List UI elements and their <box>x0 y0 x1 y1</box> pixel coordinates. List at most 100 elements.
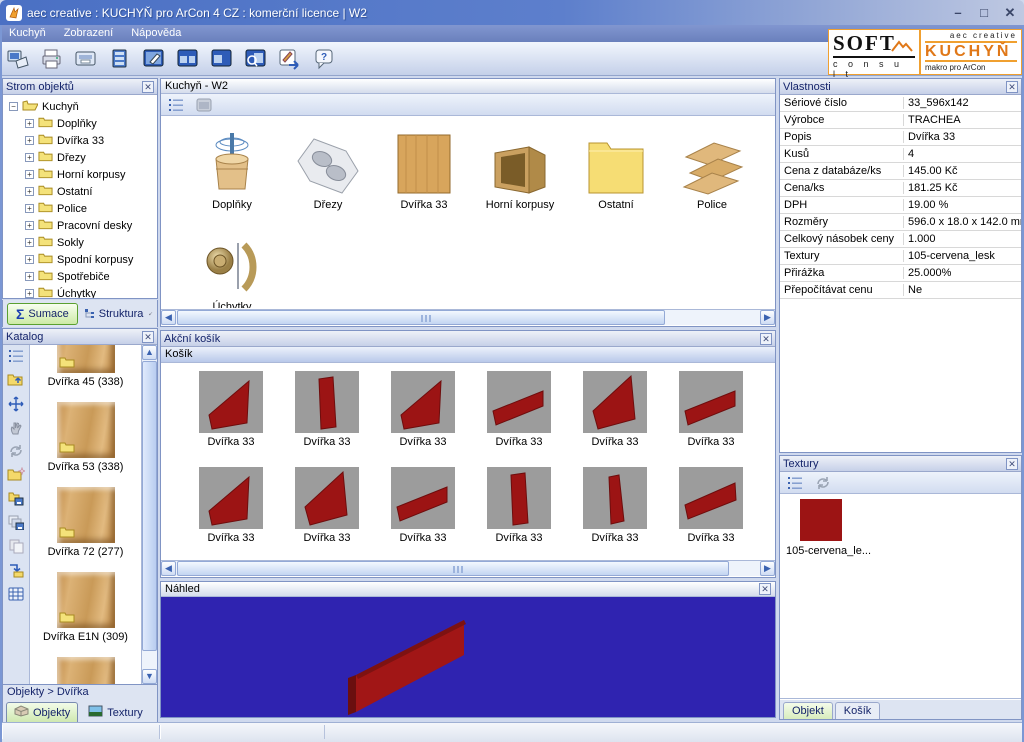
list-view-icon[interactable] <box>784 474 806 492</box>
category-item[interactable]: Dvířka 33 <box>378 133 470 211</box>
close-icon[interactable]: ✕ <box>759 583 771 595</box>
category-item[interactable]: Dřezy <box>282 133 374 211</box>
horizontal-scrollbar[interactable]: ◀ ▶ <box>161 309 775 325</box>
property-value[interactable]: 1.000 <box>904 233 1021 245</box>
tab-košík[interactable]: Košík <box>835 702 881 719</box>
struktura-button[interactable]: Struktura <box>84 308 144 320</box>
tree-item-1[interactable]: +Doplňky <box>25 115 157 132</box>
scroll-left-icon[interactable]: ◀ <box>161 310 176 325</box>
catalog-item[interactable]: Dvířka E1N (309) <box>30 572 141 643</box>
expand-icon[interactable]: + <box>25 153 34 162</box>
basket-item[interactable]: Dvířka 33 <box>183 467 279 544</box>
property-value[interactable]: 596.0 x 18.0 x 142.0 mm <box>904 216 1021 228</box>
catalog-item[interactable]: Dvířka 53 (338) <box>30 402 141 473</box>
info-icon[interactable] <box>193 96 215 114</box>
expand-icon[interactable]: + <box>25 170 34 179</box>
refresh-icon[interactable] <box>812 474 834 492</box>
menu-item-2[interactable]: Zobrazení <box>55 25 123 42</box>
image-edit-icon[interactable] <box>140 46 167 72</box>
category-item[interactable]: Úchytky <box>186 235 278 308</box>
expand-icon[interactable]: + <box>25 136 34 145</box>
save-folder-icon[interactable] <box>8 491 24 509</box>
horizontal-scrollbar[interactable]: ◀ ▶ <box>161 560 775 576</box>
tree-item-4[interactable]: +Horní korpusy <box>25 166 157 183</box>
basket-item[interactable]: Dvířka 33 <box>279 371 375 448</box>
sumace-button[interactable]: Σ Sumace <box>7 303 78 325</box>
expand-icon[interactable]: + <box>25 289 34 298</box>
texture-swatch[interactable] <box>800 499 842 541</box>
tree-item-5[interactable]: +Ostatní <box>25 183 157 200</box>
expand-icon[interactable]: + <box>25 119 34 128</box>
category-item[interactable]: Ostatní <box>570 133 662 211</box>
save-icon[interactable] <box>72 46 99 72</box>
maximize-icon[interactable]: □ <box>976 5 992 21</box>
scroll-right-icon[interactable]: ▶ <box>760 310 775 325</box>
property-value[interactable]: TRACHEA <box>904 114 1021 126</box>
scrollbar-thumb[interactable] <box>177 561 729 576</box>
catalog-item[interactable] <box>30 657 141 684</box>
pointer-arrow-icon[interactable] <box>149 307 153 321</box>
category-item[interactable]: Police <box>666 133 758 211</box>
minimize-icon[interactable]: – <box>950 5 966 21</box>
close-icon[interactable]: ✕ <box>760 333 772 345</box>
expand-icon[interactable]: + <box>25 255 34 264</box>
database-icon[interactable] <box>106 46 133 72</box>
scroll-down-icon[interactable]: ▼ <box>142 669 157 684</box>
category-item[interactable]: Praco <box>762 133 775 211</box>
move-icon[interactable] <box>8 396 24 415</box>
tree-item-2[interactable]: +Dvířka 33 <box>25 132 157 149</box>
tree-item-7[interactable]: +Pracovní desky <box>25 217 157 234</box>
basket-item[interactable]: Dvířka 33 <box>663 371 759 448</box>
catalog-item[interactable]: Dvířka 72 (277) <box>30 487 141 558</box>
new-folder-icon[interactable] <box>7 467 25 485</box>
search-window-icon[interactable] <box>242 46 269 72</box>
tree-root[interactable]: −Kuchyň <box>9 98 157 115</box>
basket-item[interactable]: Dvířka 33 <box>759 467 775 544</box>
scroll-left-icon[interactable]: ◀ <box>161 561 176 576</box>
grid-view-icon[interactable] <box>8 587 24 604</box>
category-item[interactable]: Horní korpusy <box>474 133 566 211</box>
menu-item-3[interactable]: Nápověda <box>122 25 190 42</box>
property-value[interactable]: Ne <box>904 284 1021 296</box>
list-view-icon[interactable] <box>8 349 24 366</box>
basket-item[interactable]: Dvířka 33 <box>375 467 471 544</box>
collapse-icon[interactable]: − <box>9 102 18 111</box>
property-value[interactable]: 25.000% <box>904 267 1021 279</box>
property-value[interactable]: 145.00 Kč <box>904 165 1021 177</box>
category-item[interactable]: Doplňky <box>186 133 278 211</box>
property-value[interactable]: 33_596x142 <box>904 97 1021 109</box>
close-icon[interactable]: ✕ <box>1002 5 1018 21</box>
folder-up-icon[interactable] <box>7 372 25 390</box>
expand-icon[interactable]: + <box>25 272 34 281</box>
property-value[interactable]: 105-cervena_lesk <box>904 250 1021 262</box>
close-icon[interactable]: ✕ <box>1006 81 1018 93</box>
tree-item-6[interactable]: +Police <box>25 200 157 217</box>
property-value[interactable]: 181.25 Kč <box>904 182 1021 194</box>
save-all-icon[interactable] <box>8 515 24 533</box>
basket-item[interactable]: Dvířka 33 <box>567 467 663 544</box>
scrollbar-thumb[interactable] <box>177 310 665 325</box>
scroll-right-icon[interactable]: ▶ <box>760 561 775 576</box>
catalog-scrollbar[interactable]: ▲ ▼ <box>141 345 157 684</box>
tab-objekty[interactable]: Objekty <box>6 702 78 722</box>
close-icon[interactable]: ✕ <box>142 331 154 343</box>
window-icon[interactable] <box>208 46 235 72</box>
preview-3d-view[interactable] <box>161 597 775 717</box>
expand-icon[interactable]: + <box>25 221 34 230</box>
refresh-icon[interactable] <box>8 444 24 461</box>
scrollbar-thumb[interactable] <box>142 361 157 651</box>
tree-item-8[interactable]: +Sokly <box>25 234 157 251</box>
tree-item-10[interactable]: +Spotřebiče <box>25 268 157 285</box>
tree-item-9[interactable]: +Spodní korpusy <box>25 251 157 268</box>
catalog-item[interactable]: Dvířka 45 (338) <box>30 345 141 388</box>
basket-item[interactable]: Dvířka 33 <box>663 467 759 544</box>
tab-objekt[interactable]: Objekt <box>783 702 833 719</box>
close-icon[interactable]: ✕ <box>1006 458 1018 470</box>
layout-icon[interactable] <box>174 46 201 72</box>
tree-item-11[interactable]: +Úchytky <box>25 285 157 298</box>
basket-item[interactable]: Dvířka 33 <box>471 467 567 544</box>
copy-icon[interactable] <box>9 539 24 557</box>
expand-icon[interactable]: + <box>25 187 34 196</box>
close-icon[interactable]: ✕ <box>142 81 154 93</box>
property-value[interactable]: 19.00 % <box>904 199 1021 211</box>
